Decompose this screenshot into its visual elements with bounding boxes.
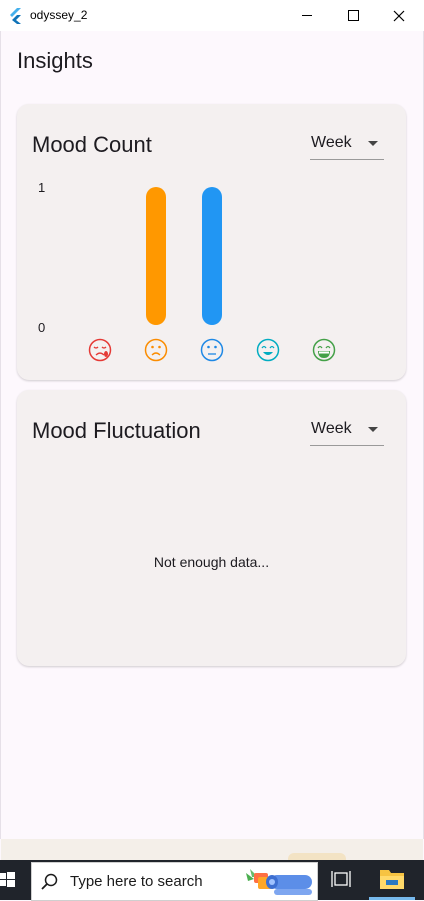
neutral-face-icon xyxy=(200,338,224,362)
minimize-button[interactable] xyxy=(284,0,330,31)
page-title: Insights xyxy=(17,48,93,73)
dropdown-arrow-icon xyxy=(368,427,378,432)
empty-state-message: Not enough data... xyxy=(153,554,270,570)
mood-fluctuation-card: Mood Fluctuation Week Not enough data... xyxy=(17,390,406,666)
maximize-icon xyxy=(347,10,359,21)
window-border-left xyxy=(0,31,1,839)
windows-start-icon[interactable] xyxy=(0,860,30,900)
window-title: odyssey_2 xyxy=(30,8,88,22)
happy-face-icon xyxy=(256,338,280,362)
mood-bar-neutral xyxy=(202,187,222,325)
mood-fluctuation-title: Mood Fluctuation xyxy=(32,418,201,443)
very-sad-face-icon xyxy=(88,338,112,362)
mood-bar-sad xyxy=(146,187,166,325)
search-icon xyxy=(41,873,58,890)
mood-count-chart xyxy=(88,187,336,362)
task-view-icon[interactable] xyxy=(330,868,352,890)
search-placeholder: Type here to search xyxy=(70,873,203,890)
flutter-app-icon xyxy=(10,8,21,24)
file-explorer-icon[interactable] xyxy=(378,866,406,892)
sad-face-icon xyxy=(144,338,168,362)
minimize-icon xyxy=(302,15,312,16)
mood-fluctuation-period-dropdown[interactable]: Week xyxy=(310,418,384,446)
taskbar-search-box[interactable]: Type here to search xyxy=(31,862,318,901)
very-happy-face-icon xyxy=(312,338,336,362)
close-button[interactable] xyxy=(376,0,422,31)
close-icon xyxy=(393,10,405,21)
window-titlebar: odyssey_2 xyxy=(0,0,424,31)
maximize-button[interactable] xyxy=(330,0,376,31)
dropdown-selected-value: Week xyxy=(311,420,352,437)
search-highlight-illustration xyxy=(246,869,312,895)
bottom-navigation-bar xyxy=(1,839,423,860)
mood-count-card: Mood Count Week 1 0 xyxy=(17,104,406,380)
